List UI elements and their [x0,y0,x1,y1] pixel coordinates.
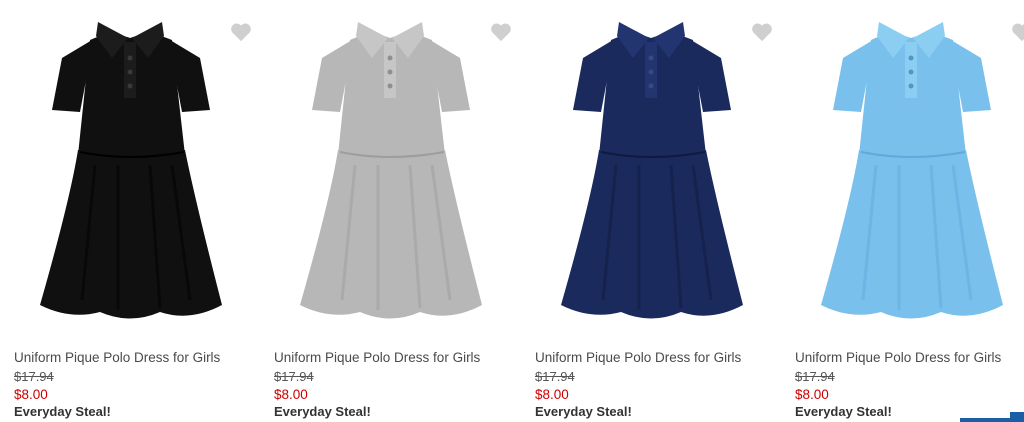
heart-path [491,23,511,42]
sale-price: $8.00 [274,387,308,402]
product-image[interactable] [0,0,260,340]
dress-skirt [821,150,1003,319]
promo-badge: Everyday Steal! [274,404,371,419]
promo-badge: Everyday Steal! [14,404,111,419]
heart-icon[interactable] [490,22,512,42]
product-card[interactable]: Uniform Pique Polo Dress for Girls $17.9… [521,0,781,422]
heart-shape [752,23,772,42]
dress-illustration [300,22,482,319]
heart-shape [1012,23,1024,42]
product-title[interactable]: Uniform Pique Polo Dress for Girls [795,350,1001,365]
dress-skirt [40,150,222,319]
product-card[interactable]: Uniform Pique Polo Dress for Girls $17.9… [0,0,260,422]
product-title[interactable]: Uniform Pique Polo Dress for Girls [535,350,741,365]
dress-button [908,69,914,75]
dress-button [648,83,654,89]
dress-button [387,69,393,75]
product-image[interactable] [781,0,1024,340]
dress-button [387,55,393,61]
heart-path [231,23,251,42]
sale-price: $8.00 [795,387,829,402]
sale-price: $8.00 [535,387,569,402]
dress-button [127,55,133,61]
dress-illustration [561,22,743,319]
product-grid: Uniform Pique Polo Dress for Girls $17.9… [0,0,1024,422]
product-card[interactable]: Uniform Pique Polo Dress for Girls $17.9… [260,0,520,422]
dress-button [648,55,654,61]
heart-icon[interactable] [230,22,252,42]
dress-illustration [40,22,222,319]
product-title[interactable]: Uniform Pique Polo Dress for Girls [14,350,220,365]
product-card[interactable]: Uniform Pique Polo Dress for Girls $17.9… [781,0,1024,422]
dress-button [127,69,133,75]
heart-icon[interactable] [1011,22,1024,42]
dress-skirt [300,150,482,319]
dress-button [648,69,654,75]
dress-button [908,55,914,61]
dress-illustration [821,22,1003,319]
original-price: $17.94 [795,369,835,384]
promo-badge: Everyday Steal! [795,404,892,419]
dress-skirt [561,150,743,319]
feedback-tab[interactable] [960,412,1024,422]
original-price: $17.94 [535,369,575,384]
product-image[interactable] [260,0,520,340]
heart-shape [491,23,511,42]
dress-button [127,83,133,89]
original-price: $17.94 [14,369,54,384]
promo-badge: Everyday Steal! [535,404,632,419]
heart-shape [231,23,251,42]
original-price: $17.94 [274,369,314,384]
heart-path [1012,23,1024,42]
sale-price: $8.00 [14,387,48,402]
dress-button [387,83,393,89]
heart-icon[interactable] [751,22,773,42]
product-image[interactable] [521,0,781,340]
dress-button [908,83,914,89]
heart-path [752,23,772,42]
product-title[interactable]: Uniform Pique Polo Dress for Girls [274,350,480,365]
